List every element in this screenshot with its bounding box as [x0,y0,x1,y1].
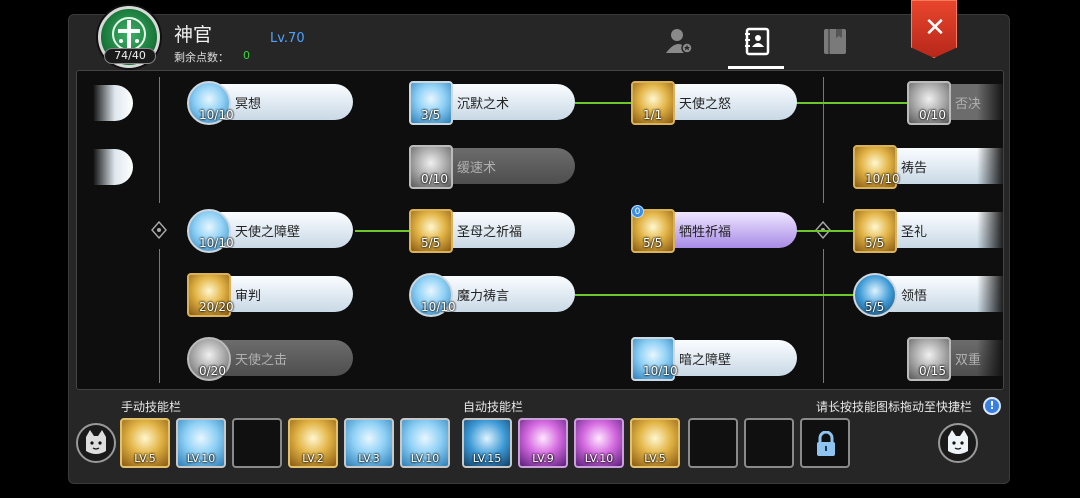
skill-link [575,294,853,296]
skill-count: 0/10 [919,108,946,122]
tier-divider-left-ornament [151,221,167,239]
journal-icon [824,29,846,54]
skill-link [575,102,633,104]
skill-count: 10/10 [643,364,678,378]
skill-name: 暗之障壁 [679,353,732,368]
skill-link [795,230,853,232]
emblem-count: 74/40 [104,48,156,64]
skill-count: 10/10 [865,172,900,186]
manual-bar-title: 手动技能栏 [121,400,182,414]
auto-slot-locked[interactable] [800,418,850,468]
auto-slot[interactable]: LV.9 [518,418,568,468]
auto-bar-title: 自动技能栏 [463,400,524,414]
skill-count: 0/20 [199,364,226,378]
close-icon: ✕ [924,13,946,43]
auto-slot-empty[interactable] [688,418,738,468]
skill-count: 3/5 [421,108,441,122]
skill-tree[interactable]: 冥想 10/10 天使之障壁 10/10 审判 20/20 天使之击 0/20 … [76,70,1004,390]
class-name: 神官 [174,24,213,46]
manual-mode-button[interactable] [76,423,116,463]
skill-name: 天使之障壁 [235,225,301,240]
skill-count: 5/5 [421,236,441,250]
tab-character[interactable] [664,26,694,56]
tier-divider-left-bottom [159,249,160,383]
tier-divider-right-top [823,77,824,203]
skill-link [795,102,907,104]
character-icon [666,29,693,54]
skill-link [355,230,413,232]
close-button[interactable]: ✕ [911,0,957,58]
tier-divider-right-bottom [823,249,824,383]
manual-slot[interactable]: LV.10 [400,418,450,468]
skill-name: 圣母之祈福 [457,225,523,240]
manual-slot[interactable]: LV.5 [120,418,170,468]
auto-slot[interactable]: LV.10 [574,418,624,468]
auto-slot-empty[interactable] [744,418,794,468]
lock-icon [817,431,835,456]
manual-slot[interactable]: LV.10 [176,418,226,468]
skill-count: 10/10 [199,108,234,122]
auto-slot[interactable]: LV.5 [630,418,680,468]
skill-count: 0/15 [919,364,946,378]
skill-screen: 74/40 神官 Lv.70 剩余点数： 0 ✕ 冥想 10/10 天使之障壁 … [0,0,1080,498]
cat-face-icon [948,430,968,454]
skill-count: 0/10 [421,172,448,186]
manual-slot[interactable]: LV.2 [288,418,338,468]
tab-journal[interactable] [820,26,850,56]
notification-badge: 0 [631,205,644,218]
active-tab-indicator [728,66,784,69]
remaining-points-value: 0 [243,49,250,62]
skill-name: 审判 [235,289,262,304]
auto-mode-button[interactable] [938,423,978,463]
offscreen-skill-left[interactable] [93,85,133,121]
skill-name: 魔力祷言 [457,289,510,304]
skill-book-icon [745,27,770,56]
skill-count: 20/20 [199,300,234,314]
skill-name: 沉默之术 [457,97,510,112]
skill-name: 冥想 [235,97,262,112]
skill-name: 圣礼 [901,225,928,240]
manual-slot-empty[interactable] [232,418,282,468]
class-level: Lv.70 [270,31,305,46]
skill-count: 5/5 [643,236,663,250]
skill-name: 缓速术 [457,161,497,176]
skill-name: 天使之击 [235,353,288,368]
tier-divider-left-top [159,77,160,203]
skill-name: 牺牲祈福 [679,225,732,240]
tab-skills[interactable] [742,26,772,56]
skill-name: 天使之怒 [679,97,732,112]
skill-count: 5/5 [865,236,885,250]
skill-count: 10/10 [199,236,234,250]
manual-slot[interactable]: LV.3 [344,418,394,468]
skill-name: 领悟 [901,289,928,304]
skill-name: 祷告 [901,161,928,176]
skill-count: 5/5 [865,300,885,314]
drag-hint: 请长按技能图标拖动至快捷栏 [816,400,973,414]
offscreen-skill-left[interactable] [93,149,133,185]
info-icon[interactable]: ! [983,397,1001,415]
skill-count: 10/10 [421,300,456,314]
auto-slot[interactable]: LV.15 [462,418,512,468]
skill-count: 1/1 [643,108,663,122]
remaining-points-label: 剩余点数： [174,51,229,64]
tree-fade-right [977,71,1003,389]
cat-face-icon [86,430,106,454]
